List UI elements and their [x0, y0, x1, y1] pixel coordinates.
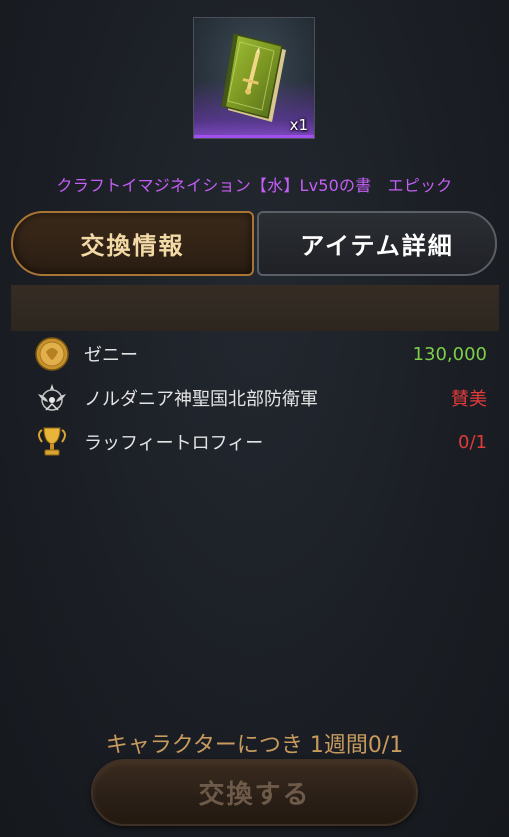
cost-label: ラッフィートロフィー — [84, 433, 264, 454]
cost-row-trophy: ラッフィートロフィー 0/1 — [0, 421, 509, 463]
cost-value: 130,000 — [412, 343, 487, 365]
item-icon-frame[interactable]: x1 — [193, 17, 315, 139]
cost-label: ゼニー — [84, 345, 138, 366]
zeny-coin-icon — [35, 337, 69, 371]
cost-label: ノルダニア神聖国北部防衛軍 — [84, 389, 318, 410]
faction-emblem-icon — [38, 384, 66, 411]
item-count: x1 — [289, 116, 308, 134]
green-book-icon — [221, 33, 286, 122]
tab-exchange-info[interactable]: 交換情報 — [11, 211, 254, 276]
rarity-bar — [194, 135, 314, 138]
cost-value: 賛美 — [451, 389, 487, 410]
weekly-limit-text: キャラクターにつき 1週間0/1 — [105, 733, 404, 758]
section-header — [11, 285, 499, 331]
item-title: クラフトイマジネイション【水】Lv50の書 エピック — [56, 176, 453, 195]
cost-value: 0/1 — [458, 431, 487, 453]
tab-item-details[interactable]: アイテム詳細 — [257, 211, 497, 276]
trophy-icon — [38, 427, 66, 456]
cost-row-faction: ノルダニア神聖国北部防衛軍 賛美 — [0, 377, 509, 419]
cost-row-zeny: ゼニー 130,000 — [0, 333, 509, 375]
exchange-button[interactable]: 交換する — [91, 759, 418, 826]
